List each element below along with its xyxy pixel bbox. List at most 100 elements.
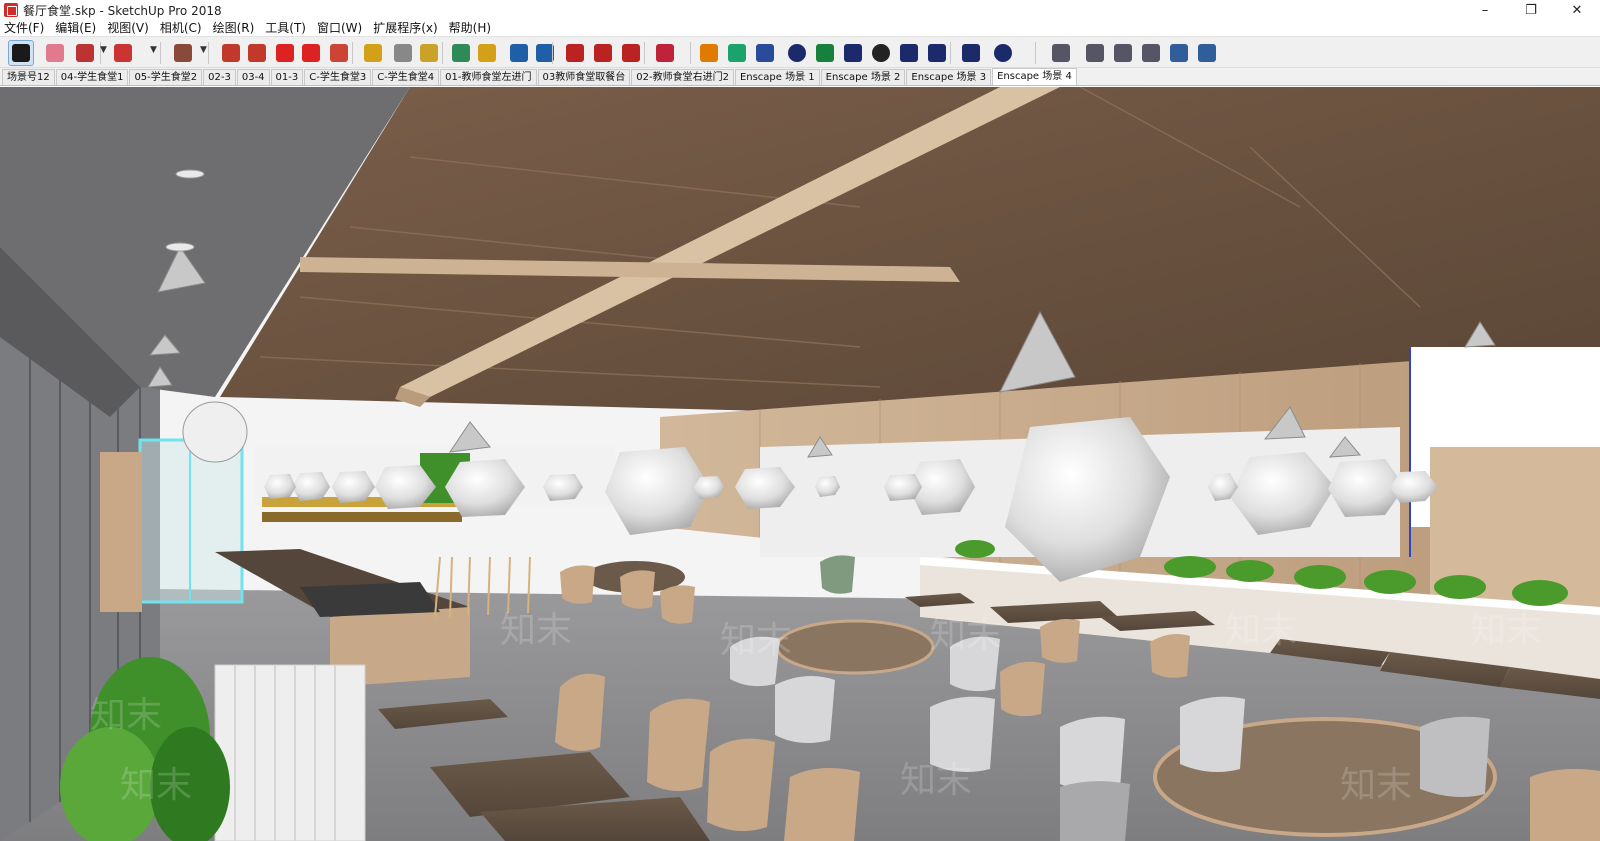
enscape-feedback-button[interactable]: [958, 40, 984, 66]
component-d-button[interactable]: [1138, 40, 1164, 66]
zoom-extents-button[interactable]: [532, 40, 558, 66]
scene-tab[interactable]: C-学生食堂3: [304, 69, 372, 85]
component-d-icon: [1142, 44, 1160, 62]
component-e-icon: [1170, 44, 1188, 62]
enscape-upload-button[interactable]: [896, 40, 922, 66]
svg-text:知末: 知末: [900, 759, 972, 800]
menu-tools[interactable]: 工具(T): [265, 19, 306, 36]
enscape-add-button[interactable]: [784, 40, 810, 66]
component-e-button[interactable]: [1166, 40, 1192, 66]
menu-draw[interactable]: 绘图(R): [213, 19, 255, 36]
orbit-tool-button[interactable]: [448, 40, 474, 66]
menu-file[interactable]: 文件(F): [4, 19, 44, 36]
paint-bucket-icon: [420, 44, 438, 62]
sketchup-app-icon: [4, 3, 18, 17]
text-tool-button[interactable]: [390, 40, 416, 66]
toolbar-separator: [208, 42, 209, 64]
push-pull-tool-icon: [222, 44, 240, 62]
rotate-tool-button[interactable]: [298, 40, 324, 66]
scene-tab[interactable]: 05-学生食堂2: [129, 69, 203, 85]
component-a-icon: [1052, 44, 1070, 62]
offset-tool-button[interactable]: [244, 40, 270, 66]
eraser-tool-icon: [46, 44, 64, 62]
scale-tool-button[interactable]: [326, 40, 352, 66]
scene-tab[interactable]: 04-学生食堂1: [55, 69, 129, 85]
toolbar-separator: [1035, 42, 1036, 64]
scene-tab[interactable]: 01-3: [270, 69, 304, 85]
model-viewport[interactable]: 知末 知末 知末 知末 知末 知末 知末 知末 知末: [0, 87, 1600, 841]
scene-tab[interactable]: Enscape 场景 1: [734, 69, 820, 85]
menu-bar: 文件(F) 编辑(E) 视图(V) 相机(C) 绘图(R) 工具(T) 窗口(W…: [0, 18, 1600, 36]
enscape-sync-button[interactable]: [724, 40, 750, 66]
main-toolbar: ▼ ▼ ▼: [0, 36, 1600, 68]
enscape-panorama-button[interactable]: [868, 40, 894, 66]
line-tool-button[interactable]: [72, 40, 98, 66]
zoom-tool-button[interactable]: [506, 40, 532, 66]
extension-warehouse-icon: [594, 44, 612, 62]
scene-tab[interactable]: 02-3: [203, 69, 236, 85]
enscape-panorama-icon: [872, 44, 890, 62]
window-controls: – ❐ ✕: [1462, 0, 1600, 20]
dropdown-arrow-icon[interactable]: ▼: [100, 45, 107, 55]
menu-camera[interactable]: 相机(C): [160, 19, 202, 36]
component-b-button[interactable]: [1082, 40, 1108, 66]
eraser-tool-button[interactable]: [42, 40, 68, 66]
scene-tab[interactable]: C-学生食堂4: [372, 69, 440, 85]
rectangle-tool-button[interactable]: [170, 40, 196, 66]
restore-button[interactable]: ❐: [1508, 0, 1554, 20]
scene-tab[interactable]: 03-4: [236, 69, 270, 85]
toolbar-separator: [552, 42, 553, 64]
scene-tab[interactable]: Enscape 场景 3: [906, 69, 992, 85]
share-model-icon: [622, 44, 640, 62]
extension-warehouse-button[interactable]: [590, 40, 616, 66]
ruby-console-button[interactable]: [652, 40, 678, 66]
component-a-button[interactable]: [1048, 40, 1074, 66]
close-button[interactable]: ✕: [1554, 0, 1600, 20]
warehouse-button[interactable]: [562, 40, 588, 66]
toolbar-separator: [644, 42, 645, 64]
menu-help[interactable]: 帮助(H): [449, 19, 491, 36]
enscape-info-button[interactable]: [990, 40, 1016, 66]
enscape-views-button[interactable]: [752, 40, 778, 66]
enscape-start-button[interactable]: [696, 40, 722, 66]
pan-tool-icon: [478, 44, 496, 62]
component-f-icon: [1198, 44, 1216, 62]
scene-tabs: 场景号12 04-学生食堂1 05-学生食堂2 02-3 03-4 01-3 C-学生食堂3…: [0, 68, 1600, 86]
scene-tab[interactable]: 02-教师食堂右进门2: [631, 69, 734, 85]
enscape-asset-icon: [816, 44, 834, 62]
dropdown-arrow-icon[interactable]: ▼: [200, 45, 207, 55]
tape-measure-button[interactable]: [360, 40, 386, 66]
pan-tool-button[interactable]: [474, 40, 500, 66]
move-tool-button[interactable]: [272, 40, 298, 66]
component-f-button[interactable]: [1194, 40, 1220, 66]
enscape-feedback-icon: [962, 44, 980, 62]
scene-tab[interactable]: 01-教师食堂左进门: [440, 69, 537, 85]
minimize-button[interactable]: –: [1462, 0, 1508, 20]
paint-bucket-button[interactable]: [416, 40, 442, 66]
arc-tool-button[interactable]: [110, 40, 136, 66]
component-b-icon: [1086, 44, 1104, 62]
svg-text:知末: 知末: [1225, 609, 1297, 650]
enscape-material-button[interactable]: [840, 40, 866, 66]
toolbar-separator: [690, 42, 691, 64]
ruby-console-icon: [656, 44, 674, 62]
offset-tool-icon: [248, 44, 266, 62]
menu-window[interactable]: 窗口(W): [317, 19, 362, 36]
dropdown-arrow-icon[interactable]: ▼: [150, 45, 157, 55]
scene-tab[interactable]: Enscape 场景 4: [992, 68, 1077, 85]
push-pull-tool-button[interactable]: [218, 40, 244, 66]
select-tool-button[interactable]: [8, 40, 34, 66]
enscape-settings-button[interactable]: [924, 40, 950, 66]
menu-edit[interactable]: 编辑(E): [55, 19, 96, 36]
menu-view[interactable]: 视图(V): [107, 19, 149, 36]
scene-tab[interactable]: Enscape 场景 2: [820, 69, 906, 85]
component-c-button[interactable]: [1110, 40, 1136, 66]
rotate-tool-icon: [302, 44, 320, 62]
menu-extensions[interactable]: 扩展程序(x): [373, 19, 437, 36]
svg-text:知末: 知末: [90, 694, 162, 735]
scene-tab[interactable]: 场景号12: [2, 69, 55, 85]
enscape-asset-button[interactable]: [812, 40, 838, 66]
enscape-start-icon: [700, 44, 718, 62]
scene-tab[interactable]: 03教师食堂取餐台: [537, 69, 631, 85]
share-model-button[interactable]: [618, 40, 644, 66]
